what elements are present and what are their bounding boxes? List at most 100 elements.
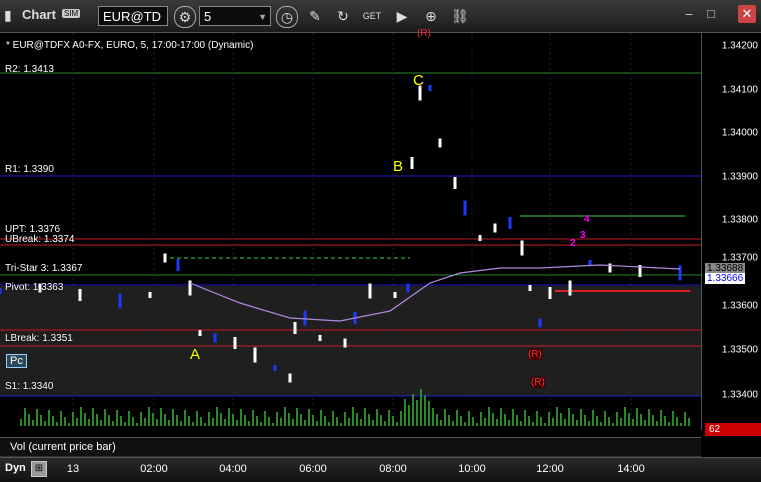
volume-bar xyxy=(500,408,502,426)
settings-gear-icon[interactable]: ⚙ xyxy=(174,6,196,28)
candle xyxy=(393,292,397,298)
volume-bar xyxy=(440,420,442,426)
time-label: 04:00 xyxy=(219,463,247,475)
volume-bar xyxy=(676,417,678,426)
clock-icon[interactable]: ◷ xyxy=(276,6,298,28)
volume-bar xyxy=(128,411,130,426)
volume-bar xyxy=(248,421,250,426)
volume-bar xyxy=(596,416,598,426)
candle xyxy=(568,280,572,296)
volume-bar xyxy=(124,422,126,426)
volume-bar xyxy=(100,420,102,426)
volume-bar xyxy=(648,409,650,426)
volume-bar xyxy=(252,410,254,426)
volume-bar xyxy=(140,412,142,426)
volume-bar xyxy=(260,422,262,426)
interval-select[interactable]: 5 ▼ xyxy=(199,6,271,26)
volume-bar xyxy=(332,411,334,426)
candle xyxy=(453,177,457,189)
volume-bar xyxy=(348,418,350,426)
volume-bar xyxy=(584,415,586,426)
candle xyxy=(508,217,512,229)
volume-bar xyxy=(48,410,50,426)
zoom-icon[interactable]: ⊞ xyxy=(31,461,47,477)
candle xyxy=(520,240,524,256)
volume-bar xyxy=(256,416,258,426)
current-price-marker: 1.33666 xyxy=(705,273,746,284)
count-marker: 4 xyxy=(584,214,590,225)
price-chart[interactable] xyxy=(0,33,701,430)
volume-bar xyxy=(640,414,642,426)
volume-bar xyxy=(56,422,58,426)
price-axis[interactable]: 1.34200 1.34100 1.34000 1.33900 1.33800 … xyxy=(701,33,761,430)
level-label-r2: R2: 1.3413 xyxy=(5,64,54,75)
volume-bar xyxy=(396,422,398,426)
candle xyxy=(478,235,482,241)
volume-bar xyxy=(404,399,406,426)
pencil-icon[interactable]: ✎ xyxy=(305,6,325,26)
volume-bar xyxy=(372,420,374,426)
refresh-icon[interactable]: ↻ xyxy=(333,6,353,26)
volume-bar xyxy=(656,421,658,426)
candle xyxy=(410,157,414,169)
volume-bar xyxy=(504,414,506,426)
volume-bar xyxy=(168,420,170,426)
time-axis[interactable]: Dyn ⊞ 13 02:00 04:00 06:00 08:00 10:00 1… xyxy=(0,457,761,482)
volume-bar xyxy=(232,414,234,426)
maximize-button[interactable]: □ xyxy=(702,5,720,23)
candle xyxy=(548,287,552,299)
volume-pane-header: Vol (current price bar) xyxy=(0,437,701,457)
volume-bar xyxy=(628,413,630,426)
volume-bar xyxy=(576,420,578,426)
volume-bar xyxy=(160,408,162,426)
price-tick: 1.33800 xyxy=(721,214,758,226)
volume-bar xyxy=(296,408,298,426)
candle xyxy=(293,322,297,334)
reversal-marker: (R) xyxy=(531,377,545,388)
volume-bar xyxy=(528,416,530,426)
minimize-button[interactable]: – xyxy=(680,5,698,23)
symbol-input[interactable]: EUR@TD xyxy=(98,6,168,26)
volume-bar xyxy=(448,415,450,426)
volume-bar xyxy=(200,417,202,426)
annotation-a: A xyxy=(190,346,201,363)
volume-bar xyxy=(64,417,66,426)
volume-bar xyxy=(392,416,394,426)
volume-bar xyxy=(24,408,26,426)
volume-bar xyxy=(308,409,310,426)
volume-bar xyxy=(280,418,282,426)
volume-bar xyxy=(216,407,218,426)
volume-bar xyxy=(544,423,546,426)
volume-bar xyxy=(68,423,70,426)
volume-bar xyxy=(568,408,570,426)
volume-bar xyxy=(204,423,206,426)
volume-bar xyxy=(456,410,458,426)
volume-bar xyxy=(328,422,330,426)
volume-bar xyxy=(104,409,106,426)
volume-bar xyxy=(540,417,542,426)
volume-bar xyxy=(264,411,266,426)
close-button[interactable]: ✕ xyxy=(738,5,756,23)
volume-bar xyxy=(276,412,278,426)
get-data-icon[interactable]: GET xyxy=(362,6,382,26)
volume-bar xyxy=(184,410,186,426)
play-icon[interactable]: ▶ xyxy=(392,6,412,26)
volume-bar xyxy=(436,414,438,426)
volume-bar xyxy=(588,421,590,426)
volume-bar xyxy=(268,417,270,426)
volume-bar xyxy=(292,419,294,426)
pc-button[interactable]: Pc xyxy=(6,354,27,368)
volume-bar xyxy=(272,423,274,426)
chart-canvas xyxy=(0,33,701,430)
price-tick: 1.34100 xyxy=(721,84,758,96)
link-icon[interactable]: ⛓ xyxy=(450,6,470,26)
zoom-icon[interactable]: ⊕ xyxy=(421,6,441,26)
price-tick: 1.33900 xyxy=(721,171,758,183)
time-label: 14:00 xyxy=(617,463,645,475)
volume-bar xyxy=(132,417,134,426)
volume-bar xyxy=(556,407,558,426)
volume-bar xyxy=(120,416,122,426)
volume-bar xyxy=(684,412,686,426)
volume-bar xyxy=(356,413,358,426)
volume-bar xyxy=(476,423,478,426)
